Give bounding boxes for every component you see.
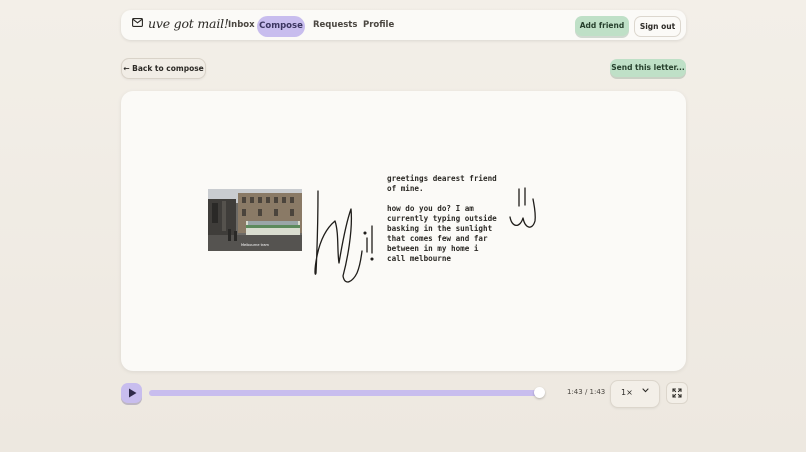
playback-time: 1:43 / 1:43	[567, 388, 606, 396]
progress-fill	[149, 390, 545, 396]
nav-inbox[interactable]: Inbox	[228, 16, 255, 35]
play-button[interactable]	[121, 383, 142, 403]
fullscreen-icon	[672, 388, 682, 398]
chevron-down-icon	[642, 388, 649, 393]
brand-logo[interactable]: uve got mail!	[148, 16, 229, 31]
playback-progress-bar[interactable]	[149, 387, 545, 398]
nav-profile[interactable]: Profile	[363, 16, 394, 35]
add-friend-button[interactable]: Add friend	[575, 16, 629, 36]
envelope-icon	[132, 18, 143, 27]
back-to-compose-button[interactable]: ← Back to compose	[121, 58, 206, 79]
sign-out-button[interactable]: Sign out	[634, 16, 681, 37]
letter-paragraph: how do you do? I am currently typing out…	[387, 204, 497, 263]
letter-paragraph: greetings dearest friend of mine.	[387, 174, 497, 193]
fullscreen-button[interactable]	[666, 382, 688, 404]
nav-requests[interactable]: Requests	[313, 16, 357, 35]
speed-value: 1×	[621, 388, 633, 397]
letter-canvas: Melbourne tram greetings dearest friend …	[121, 91, 686, 371]
letter-text: greetings dearest friend of mine. how do…	[387, 174, 497, 274]
top-nav: uve got mail! Inbox Compose Requests Pro…	[121, 10, 686, 40]
play-icon	[129, 388, 137, 398]
nav-compose[interactable]: Compose	[257, 16, 305, 37]
speed-select[interactable]: 1×	[610, 380, 660, 408]
progress-handle[interactable]	[534, 387, 545, 398]
send-letter-button[interactable]: Send this letter...	[610, 59, 686, 77]
